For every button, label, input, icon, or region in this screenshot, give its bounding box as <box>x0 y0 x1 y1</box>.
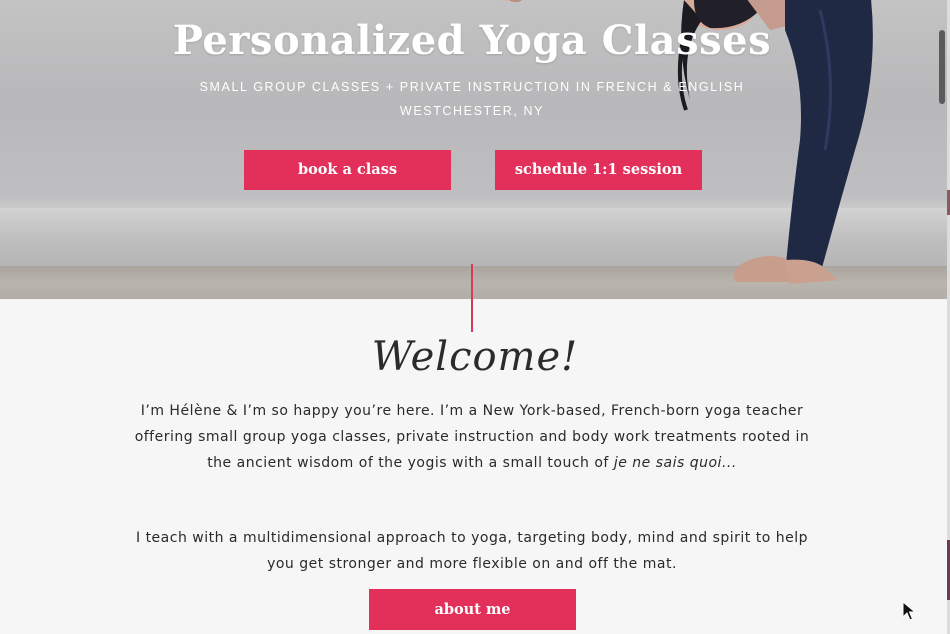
approach-paragraph: I teach with a multidimensional approach… <box>135 530 808 572</box>
intro-italic-text: je ne sais quoi <box>613 455 722 471</box>
schedule-session-button[interactable]: schedule 1:1 session <box>495 150 702 190</box>
welcome-heading: Welcome! <box>371 334 579 380</box>
pointer-cursor-icon <box>902 601 916 621</box>
page-title: Personalized Yoga Classes <box>172 17 772 64</box>
intro-paragraph: I’m Hélène & I’m so happy you’re here. I… <box>124 398 820 476</box>
book-class-button[interactable]: book a class <box>244 150 451 190</box>
intro-ellipsis: ... <box>721 455 737 471</box>
scrollbar-thumb[interactable] <box>939 30 945 104</box>
hero-subtitle: SMALL GROUP CLASSES + PRIVATE INSTRUCTIO… <box>199 80 745 94</box>
section-divider-line <box>471 264 473 332</box>
about-me-button[interactable]: about me <box>369 589 576 630</box>
hero-location: WESTCHESTER, NY <box>399 104 545 118</box>
